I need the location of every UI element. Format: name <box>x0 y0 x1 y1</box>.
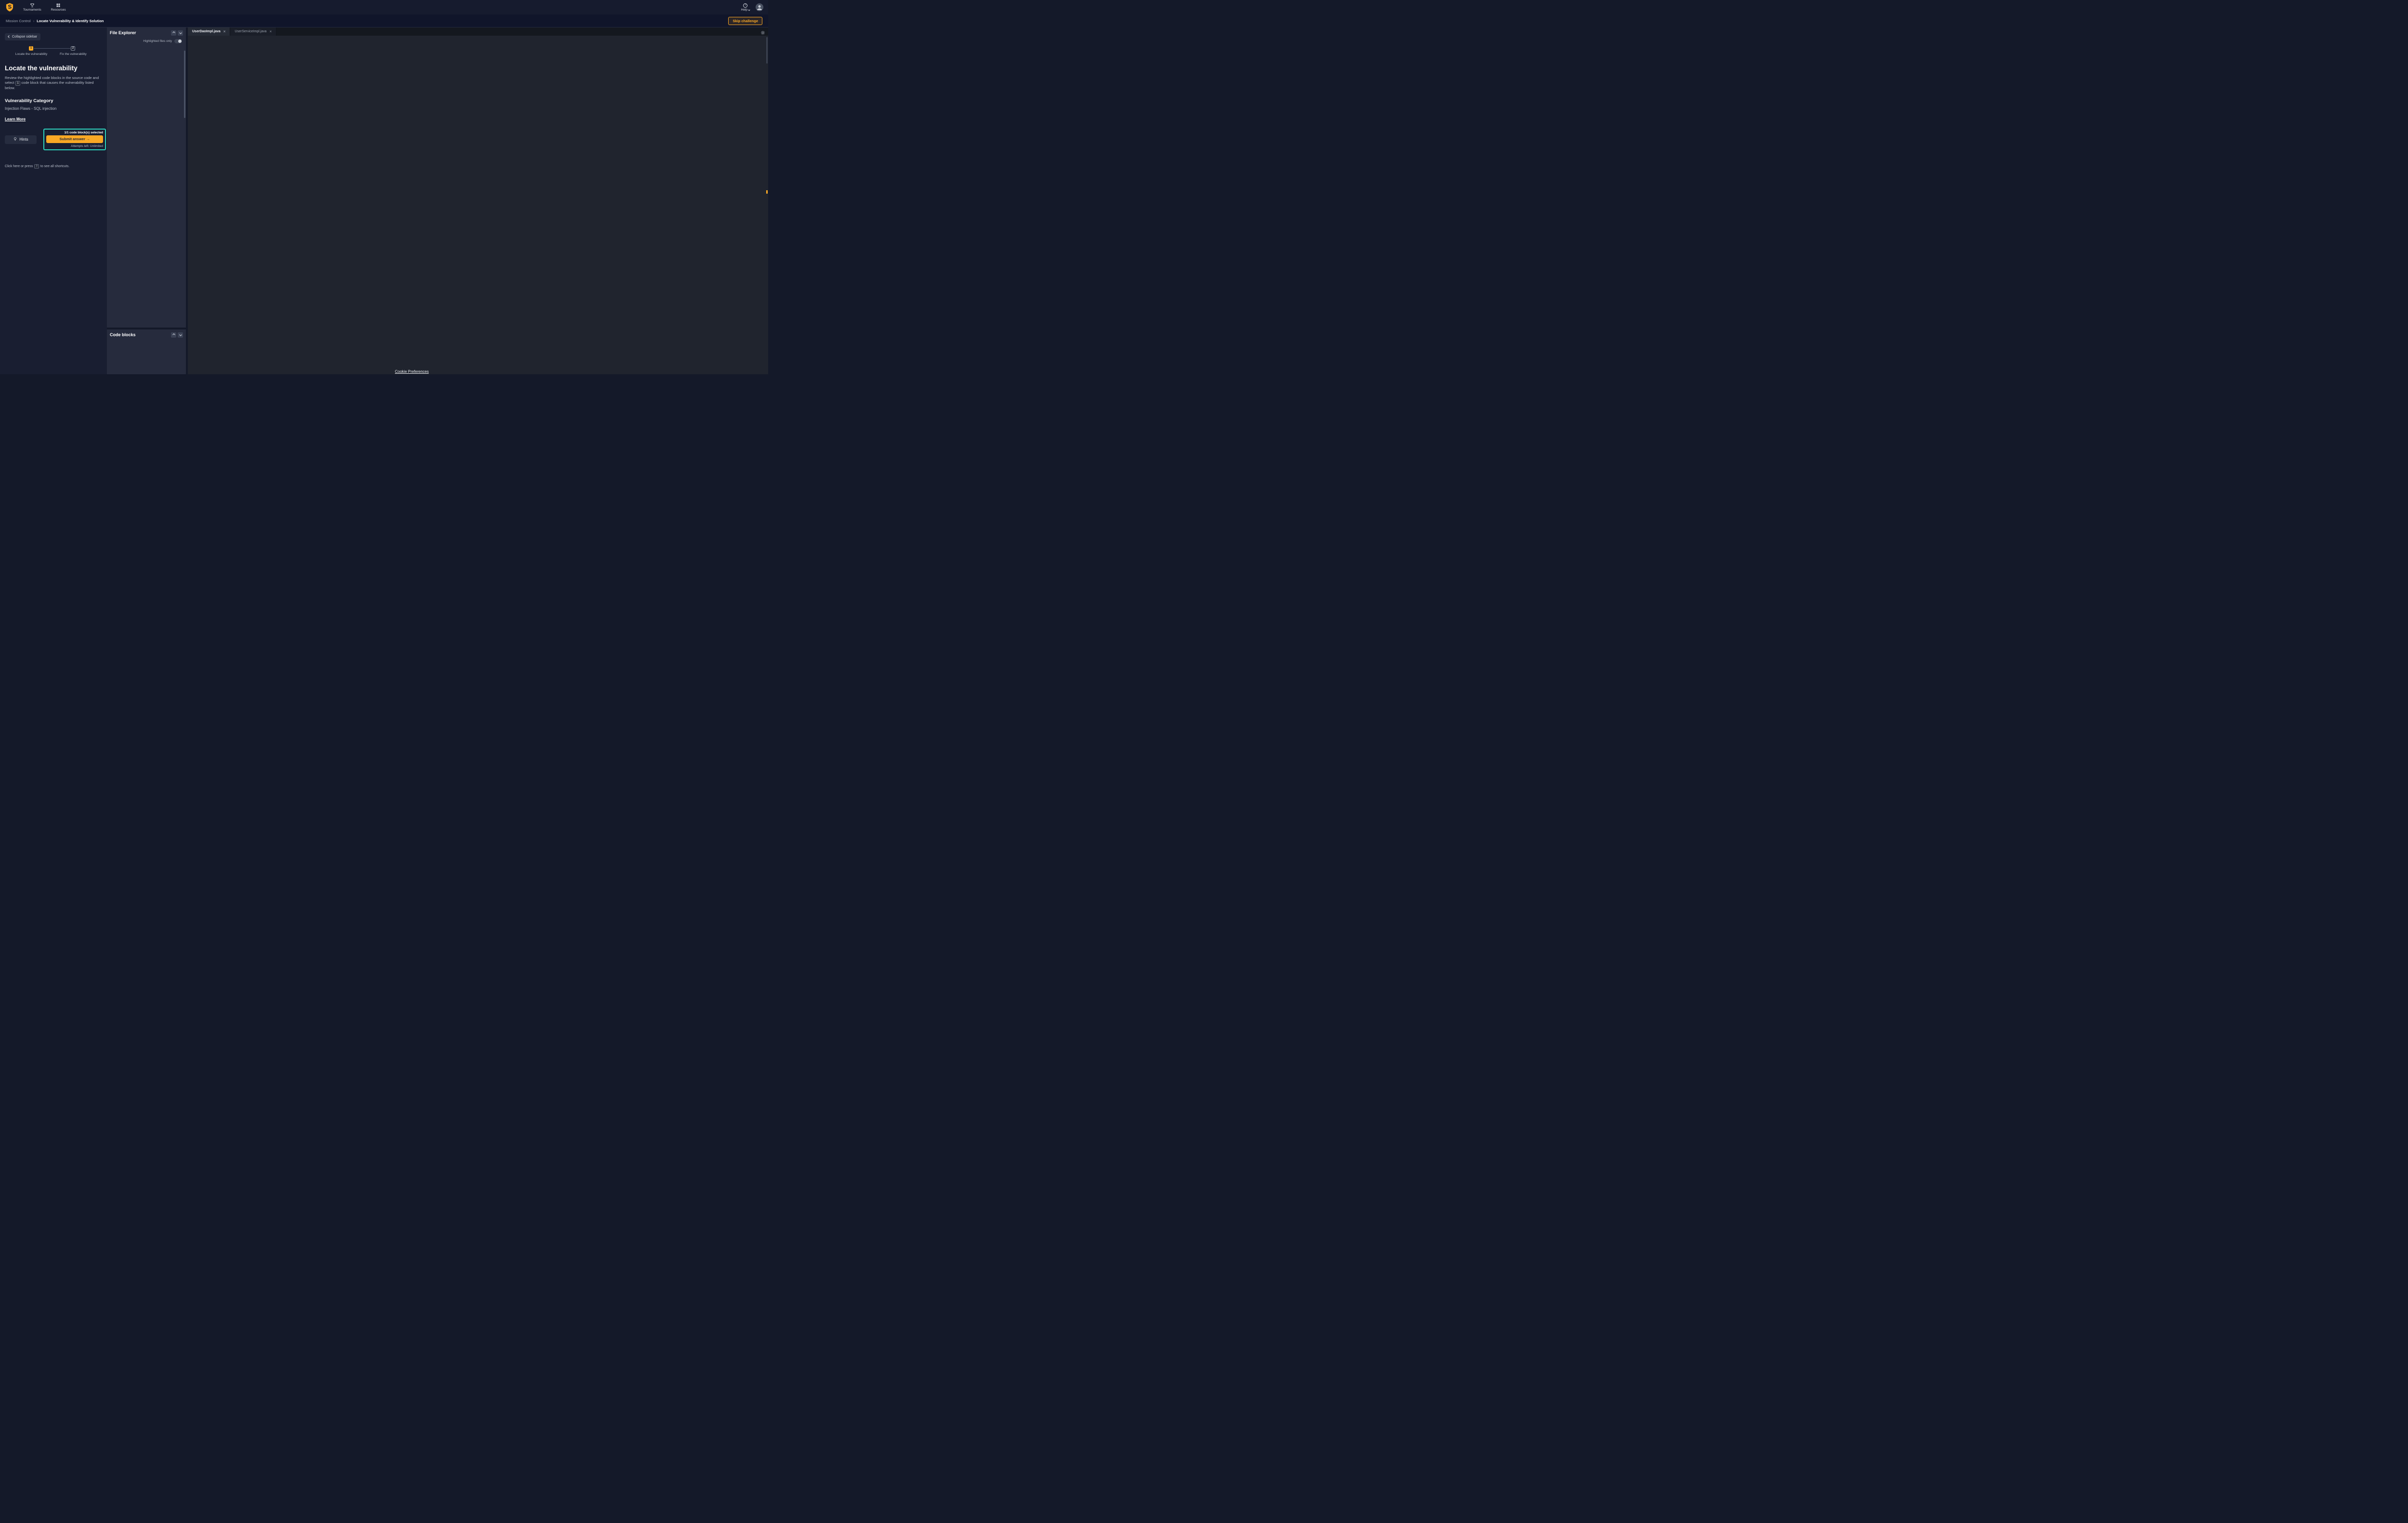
file-explorer-scrollbar[interactable] <box>184 51 185 118</box>
tab-close-icon[interactable]: × <box>270 29 272 34</box>
editor-tab-userserviceimpl-java[interactable]: UserServiceImpl.java × <box>230 27 276 36</box>
file-explorer-title: File Explorer <box>110 30 136 35</box>
shortcuts-text-before: Click here or press <box>5 165 33 168</box>
challenge-sidebar: Collapse sidebar 1 2 Locate the vulnerab… <box>0 27 107 374</box>
step-connector <box>34 48 70 49</box>
vulnerability-category-heading: Vulnerability Category <box>5 98 102 104</box>
shortcuts-text-after: to see all shortcuts. <box>40 165 69 168</box>
code-blocks-prev-button[interactable] <box>171 332 176 338</box>
nav-resources[interactable]: Resources <box>51 3 66 12</box>
page-title: Locate the vulnerability <box>5 65 102 72</box>
submit-answer-button[interactable]: Submit answer → <box>46 135 103 143</box>
shortcuts-hint[interactable]: Click here or press ? to see all shortcu… <box>5 165 102 168</box>
step-2-indicator: 2 <box>71 46 75 51</box>
file-tree <box>107 46 186 328</box>
answer-actions: Hints 1/1 code block(s) selected Submit … <box>5 129 102 158</box>
explorer-column: File Explorer Highlighted files only Cod… <box>107 27 186 374</box>
tab-label: UserServiceImpl.java <box>235 30 266 33</box>
lightbulb-icon <box>13 137 17 142</box>
collapse-label: Collapse sidebar <box>12 35 37 39</box>
chevron-up-icon <box>172 31 175 34</box>
top-navbar: Tournaments Resources ? Help <box>0 0 768 14</box>
editor-tabbar-tabs: UserDaoImpl.java×UserServiceImpl.java× <box>188 27 276 36</box>
progress-steps: 1 2 Locate the vulnerability Fix the vul… <box>5 46 102 59</box>
file-explorer-scroll-down-button[interactable] <box>178 30 183 36</box>
cookie-preferences-link[interactable]: Cookie Preferences <box>395 369 429 374</box>
breadcrumb-current: Locate Vulnerability & Identify Solution <box>37 19 104 23</box>
trophy-icon <box>30 3 35 8</box>
code-editor: UserDaoImpl.java×UserServiceImpl.java× <box>188 27 768 374</box>
app-logo[interactable] <box>5 2 14 12</box>
vulnerability-category-value: Injection Flaws - SQL injection <box>5 106 102 111</box>
code-blocks-title: Code blocks <box>110 332 136 337</box>
highlighted-files-toggle[interactable] <box>174 39 182 43</box>
editor-scrollbar-thumb[interactable] <box>766 37 768 64</box>
toggle-knob <box>178 39 182 43</box>
submit-highlight-box: 1/1 code block(s) selected Submit answer… <box>43 129 106 150</box>
collapse-sidebar-button[interactable]: Collapse sidebar <box>5 33 40 40</box>
help-icon: ? <box>743 3 747 8</box>
nav-tournaments[interactable]: Tournaments <box>23 3 41 12</box>
file-explorer-header: File Explorer <box>107 27 186 38</box>
code-blocks-panel: Code blocks <box>107 329 186 374</box>
code-blocks-header: Code blocks <box>107 329 186 340</box>
breadcrumb-mission-control[interactable]: Mission Control <box>6 19 31 23</box>
tab-close-icon[interactable]: × <box>223 29 226 34</box>
hints-button[interactable]: Hints <box>5 135 37 144</box>
help-menu[interactable]: ? Help <box>741 3 750 12</box>
file-explorer-scroll-up-button[interactable] <box>171 30 176 36</box>
help-label: Help <box>741 8 747 12</box>
step-1-indicator: 1 <box>29 46 33 51</box>
primary-nav: Tournaments Resources <box>23 3 66 12</box>
editor-tabbar: UserDaoImpl.java×UserServiceImpl.java× <box>188 27 768 36</box>
code-blocks-next-button[interactable] <box>178 332 183 338</box>
code-blocks-list <box>107 340 186 341</box>
hints-label: Hints <box>19 137 28 142</box>
code-lines <box>188 36 768 374</box>
grid-icon <box>56 3 61 8</box>
chevron-down-icon <box>179 333 182 336</box>
learn-more-link[interactable]: Learn More <box>5 117 26 121</box>
nav-label: Tournaments <box>23 8 41 12</box>
selected-count: 1/1 code block(s) selected <box>46 131 103 134</box>
instructions: Review the highlighted code blocks in th… <box>5 76 102 91</box>
tab-label: UserDaoImpl.java <box>192 30 221 33</box>
chevron-down-icon <box>748 9 750 11</box>
breadcrumb-bar: Mission Control › Locate Vulnerability &… <box>0 14 768 27</box>
editor-settings-gear-icon[interactable] <box>760 29 765 38</box>
nav-label: Resources <box>51 8 66 12</box>
breadcrumb-separator: › <box>33 19 35 23</box>
skip-challenge-button[interactable]: Skip challenge <box>728 17 762 25</box>
file-explorer-panel: File Explorer Highlighted files only <box>107 27 186 328</box>
count-badge: 1 <box>15 81 21 86</box>
step-1-label: Locate the vulnerability <box>12 53 51 56</box>
chevron-left-icon <box>8 35 11 38</box>
editor-tab-userdaoimpl-java[interactable]: UserDaoImpl.java× <box>188 27 230 36</box>
highlighted-files-label: Highlighted files only <box>143 39 172 43</box>
chevron-up-icon <box>172 333 175 336</box>
navbar-right: ? Help <box>741 3 763 12</box>
main-content: Collapse sidebar 1 2 Locate the vulnerab… <box>0 27 768 374</box>
chevron-down-icon <box>179 31 182 34</box>
highlight-scroll-marker <box>766 190 768 194</box>
step-2-label: Fix the vulnerability <box>54 53 92 56</box>
question-key: ? <box>34 164 39 169</box>
user-avatar[interactable] <box>756 3 763 11</box>
attempts-left: Attempts left: Unlimited <box>46 144 103 148</box>
highlighted-files-filter: Highlighted files only <box>107 38 186 46</box>
